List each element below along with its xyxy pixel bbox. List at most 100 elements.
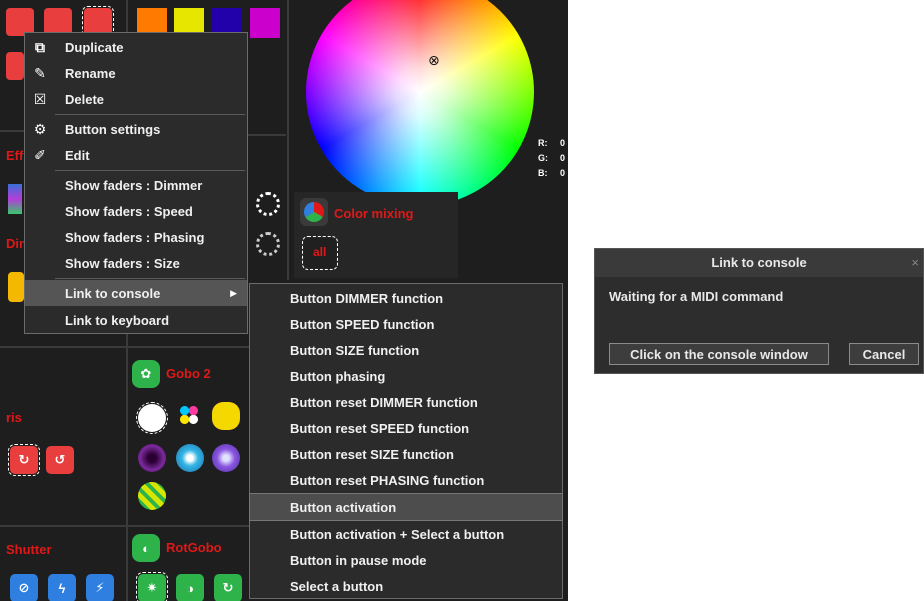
menu-item-label: Button settings xyxy=(65,121,161,137)
submenu-item-label: Button reset SPEED function xyxy=(290,420,470,436)
menu-item-duplicate[interactable]: ⧉ Duplicate xyxy=(25,34,247,60)
dialog-title: Link to console xyxy=(595,249,923,277)
menu-item-show-faders-speed[interactable]: Show faders : Speed xyxy=(25,198,247,224)
link-to-console-dialog: Link to console × Waiting for a MIDI com… xyxy=(594,248,924,374)
rotgobo-button-1[interactable]: ✷ xyxy=(136,572,168,601)
section-label-gobo2: Gobo 2 xyxy=(166,366,211,381)
edit-icon: ✐ xyxy=(34,146,46,163)
submenu-item-label: Button SPEED function xyxy=(290,316,435,332)
shutter-off-button[interactable]: ⊘ xyxy=(10,574,38,601)
effect-thumb-icon[interactable] xyxy=(8,184,22,214)
menu-separator xyxy=(55,114,245,115)
delete-icon: ☒ xyxy=(33,90,47,107)
menu-item-link-to-console[interactable]: Link to console ▶ xyxy=(25,280,247,306)
click-console-window-button[interactable]: Click on the console window xyxy=(609,343,829,365)
shutter-strobe-button[interactable]: ϟ xyxy=(48,574,76,601)
submenu-item[interactable]: Button reset SIZE function xyxy=(250,441,562,467)
app-window: Eff Dim ris ↻ ↺ Shutter ⊘ ϟ ⚡ ✿ Gobo 2 ◐… xyxy=(0,0,568,601)
section-label-eff: Eff xyxy=(6,148,24,163)
rename-icon: ✎ xyxy=(34,64,46,81)
duplicate-icon: ⧉ xyxy=(35,38,45,55)
submenu-item[interactable]: Select a button xyxy=(250,573,562,599)
submenu-item-label: Button activation xyxy=(290,499,397,515)
gobo-cyan-button[interactable] xyxy=(176,444,204,472)
menu-item-label: Show faders : Dimmer xyxy=(65,177,203,193)
rgb-r-label: R: xyxy=(538,138,548,148)
chevron-right-icon: ▶ xyxy=(230,287,237,298)
rgb-b-value: 0 xyxy=(560,168,566,178)
cancel-button[interactable]: Cancel xyxy=(849,343,919,365)
menu-item-show-faders-size[interactable]: Show faders : Size xyxy=(25,250,247,276)
gobo-spiral-button[interactable] xyxy=(212,402,240,430)
section-label-rotgobo: RotGobo xyxy=(166,540,222,555)
submenu-item[interactable]: Button reset DIMMER function xyxy=(250,389,562,415)
menu-item-label: Delete xyxy=(65,91,105,107)
menu-item-show-faders-phasing[interactable]: Show faders : Phasing xyxy=(25,224,247,250)
menu-item-link-to-keyboard[interactable]: Link to keyboard xyxy=(25,307,247,333)
menu-item-label: Show faders : Size xyxy=(65,255,180,271)
link-to-console-submenu: Button DIMMER function Button SPEED func… xyxy=(249,283,563,599)
all-button-label: all xyxy=(313,245,327,259)
menu-item-button-settings[interactable]: ⚙ Button settings xyxy=(25,116,247,142)
menu-separator xyxy=(55,170,245,171)
iris-button-2[interactable]: ↺ xyxy=(46,446,74,474)
rotgobo-icon: ◐ xyxy=(132,534,160,562)
rgb-g-label: G: xyxy=(538,153,548,163)
submenu-item[interactable]: Button SPEED function xyxy=(250,311,562,337)
color-wheel-cursor-icon: ⊗ xyxy=(428,52,440,68)
all-button[interactable]: all xyxy=(302,236,338,270)
submenu-item-label: Button phasing xyxy=(290,368,386,384)
menu-separator xyxy=(55,278,245,279)
submenu-item[interactable]: Button DIMMER function xyxy=(250,285,562,311)
submenu-item-button-activation[interactable]: Button activation xyxy=(249,493,563,521)
gobo2-icon: ✿ xyxy=(132,360,160,388)
menu-item-edit[interactable]: ✐ Edit xyxy=(25,142,247,168)
submenu-item-label: Button DIMMER function xyxy=(290,290,444,306)
gobo-purple-button[interactable] xyxy=(138,444,166,472)
submenu-item-label: Button activation + Select a button xyxy=(290,526,505,542)
submenu-item[interactable]: Button phasing xyxy=(250,363,562,389)
submenu-item[interactable]: Button in pause mode xyxy=(250,547,562,573)
row-divider xyxy=(0,346,290,348)
section-label-iris: ris xyxy=(6,410,22,425)
rgb-r-value: 0 xyxy=(560,138,566,148)
shutter-flash-button[interactable]: ⚡ xyxy=(86,574,114,601)
gobo-dots-icon[interactable] xyxy=(256,232,280,256)
submenu-item[interactable]: Button reset PHASING function xyxy=(250,467,562,493)
submenu-item[interactable]: Button SIZE function xyxy=(250,337,562,363)
submenu-item-label: Select a button xyxy=(290,578,384,594)
menu-item-show-faders-dimmer[interactable]: Show faders : Dimmer xyxy=(25,172,247,198)
menu-item-label: Link to console xyxy=(65,285,161,301)
gobo-stripes-button[interactable] xyxy=(138,482,166,510)
menu-item-delete[interactable]: ☒ Delete xyxy=(25,86,247,112)
submenu-item[interactable]: Button reset SPEED function xyxy=(250,415,562,441)
gobo-open-button[interactable] xyxy=(136,402,168,434)
menu-item-label: Edit xyxy=(65,147,90,163)
submenu-item[interactable]: Button activation + Select a button xyxy=(250,521,562,547)
rgb-g-value: 0 xyxy=(560,153,566,163)
menu-item-label: Link to keyboard xyxy=(65,312,170,328)
column-divider xyxy=(287,0,289,280)
gobo-violet-button[interactable] xyxy=(212,444,240,472)
color-wheel[interactable] xyxy=(306,0,534,206)
submenu-item-label: Button in pause mode xyxy=(290,552,427,568)
menu-item-label: Show faders : Phasing xyxy=(65,229,205,245)
rgb-b-label: B: xyxy=(538,168,548,178)
iris-button-1[interactable]: ↻ xyxy=(8,444,40,476)
dimmer-button[interactable] xyxy=(8,272,24,302)
gobo-wheel-icon[interactable] xyxy=(256,192,280,216)
menu-item-label: Rename xyxy=(65,65,116,81)
color-mixing-icon xyxy=(300,198,328,226)
rotgobo-button-2[interactable]: ◑ xyxy=(176,574,204,601)
menu-item-rename[interactable]: ✎ Rename xyxy=(25,60,247,86)
dialog-message: Waiting for a MIDI command xyxy=(609,289,784,304)
close-icon[interactable]: × xyxy=(911,249,919,277)
color-swatch-magenta[interactable] xyxy=(250,8,280,38)
rotgobo-button-3[interactable]: ↻ xyxy=(214,574,242,601)
effect-button-4[interactable] xyxy=(6,52,24,80)
context-menu: ⧉ Duplicate ✎ Rename ☒ Delete ⚙ Button s… xyxy=(24,32,248,334)
section-label-shutter: Shutter xyxy=(6,542,52,557)
submenu-item-label: Button reset SIZE function xyxy=(290,446,454,462)
menu-item-label: Duplicate xyxy=(65,39,124,55)
gobo-dots-button[interactable] xyxy=(178,404,200,426)
